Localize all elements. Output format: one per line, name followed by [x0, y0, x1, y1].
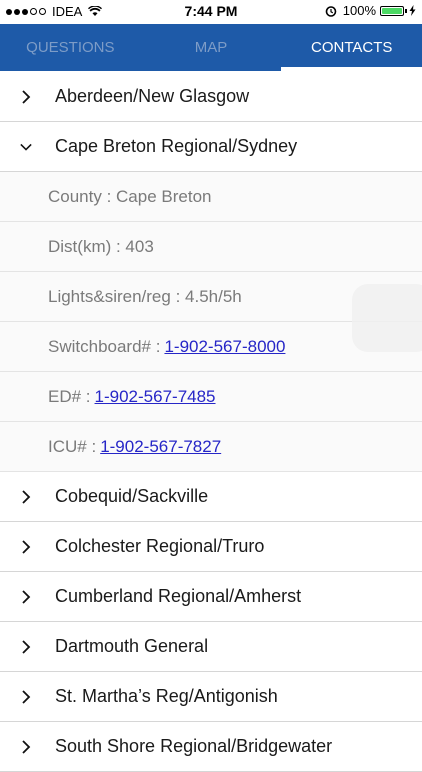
battery-tip — [405, 8, 407, 13]
detail-icu: ICU# : 1-902-567-7827 — [0, 422, 422, 472]
chevron-right-icon — [22, 589, 31, 604]
battery-icon — [380, 5, 404, 16]
hospital-list: Aberdeen/New Glasgow Cape Breton Regiona… — [0, 72, 422, 772]
ed-label: ED# : — [48, 386, 91, 406]
icu-label: ICU# : — [48, 436, 97, 456]
list-item-label: Colchester Regional/Truro — [55, 536, 265, 556]
list-item-st-martha[interactable]: St. Martha’s Reg/Antigonish — [0, 672, 422, 722]
county-text: County : Cape Breton — [48, 186, 212, 206]
chevron-right-icon — [22, 689, 31, 704]
chevron-down-icon — [20, 143, 32, 151]
battery-fill — [382, 7, 402, 14]
tab-map[interactable]: MAP — [141, 24, 282, 71]
detail-distance: Dist(km) : 403 — [0, 222, 422, 272]
list-item-label: Cape Breton Regional/Sydney — [55, 136, 298, 156]
list-item-cobequid[interactable]: Cobequid/Sackville — [0, 472, 422, 522]
list-item-colchester[interactable]: Colchester Regional/Truro — [0, 522, 422, 572]
chevron-right-icon — [22, 489, 31, 504]
list-item-label: Cobequid/Sackville — [55, 486, 209, 506]
chevron-right-icon — [22, 739, 31, 754]
list-item-label: St. Martha’s Reg/Antigonish — [55, 686, 278, 706]
switchboard-phone-link[interactable]: 1-902-567-8000 — [164, 337, 285, 357]
charging-bolt-icon — [409, 5, 416, 16]
battery-percent: 100% — [342, 3, 376, 18]
list-item-south-shore[interactable]: South Shore Regional/Bridgewater — [0, 722, 422, 772]
list-item-label: South Shore Regional/Bridgewater — [55, 736, 333, 756]
list-item-dartmouth[interactable]: Dartmouth General — [0, 622, 422, 672]
tab-questions[interactable]: QUESTIONS — [0, 24, 141, 71]
chevron-right-icon — [22, 639, 31, 654]
alarm-clock-icon — [325, 5, 337, 17]
list-item-label: Dartmouth General — [55, 636, 209, 656]
status-bar: IDEA 7:44 PM 100% — [0, 0, 422, 24]
icu-phone-link[interactable]: 1-902-567-7827 — [100, 437, 221, 457]
tab-bar: QUESTIONS MAP CONTACTS — [0, 24, 422, 71]
list-item-label: Aberdeen/New Glasgow — [55, 86, 250, 106]
list-item-label: Cumberland Regional/Amherst — [55, 586, 302, 606]
lights-siren-text: Lights&siren/reg : 4.5h/5h — [48, 286, 242, 306]
ed-phone-link[interactable]: 1-902-567-7485 — [95, 387, 216, 407]
tab-contacts[interactable]: CONTACTS — [281, 24, 422, 71]
list-item-aberdeen[interactable]: Aberdeen/New Glasgow — [0, 72, 422, 122]
distance-text: Dist(km) : 403 — [48, 236, 154, 256]
detail-county: County : Cape Breton — [0, 172, 422, 222]
detail-ed: ED# : 1-902-567-7485 — [0, 372, 422, 422]
floating-assistive-button[interactable] — [352, 284, 422, 352]
list-item-cumberland[interactable]: Cumberland Regional/Amherst — [0, 572, 422, 622]
status-right: 100% — [325, 3, 416, 18]
switchboard-label: Switchboard# : — [48, 336, 161, 356]
chevron-right-icon — [22, 539, 31, 554]
list-item-cape-breton[interactable]: Cape Breton Regional/Sydney — [0, 122, 422, 172]
chevron-right-icon — [22, 89, 31, 104]
